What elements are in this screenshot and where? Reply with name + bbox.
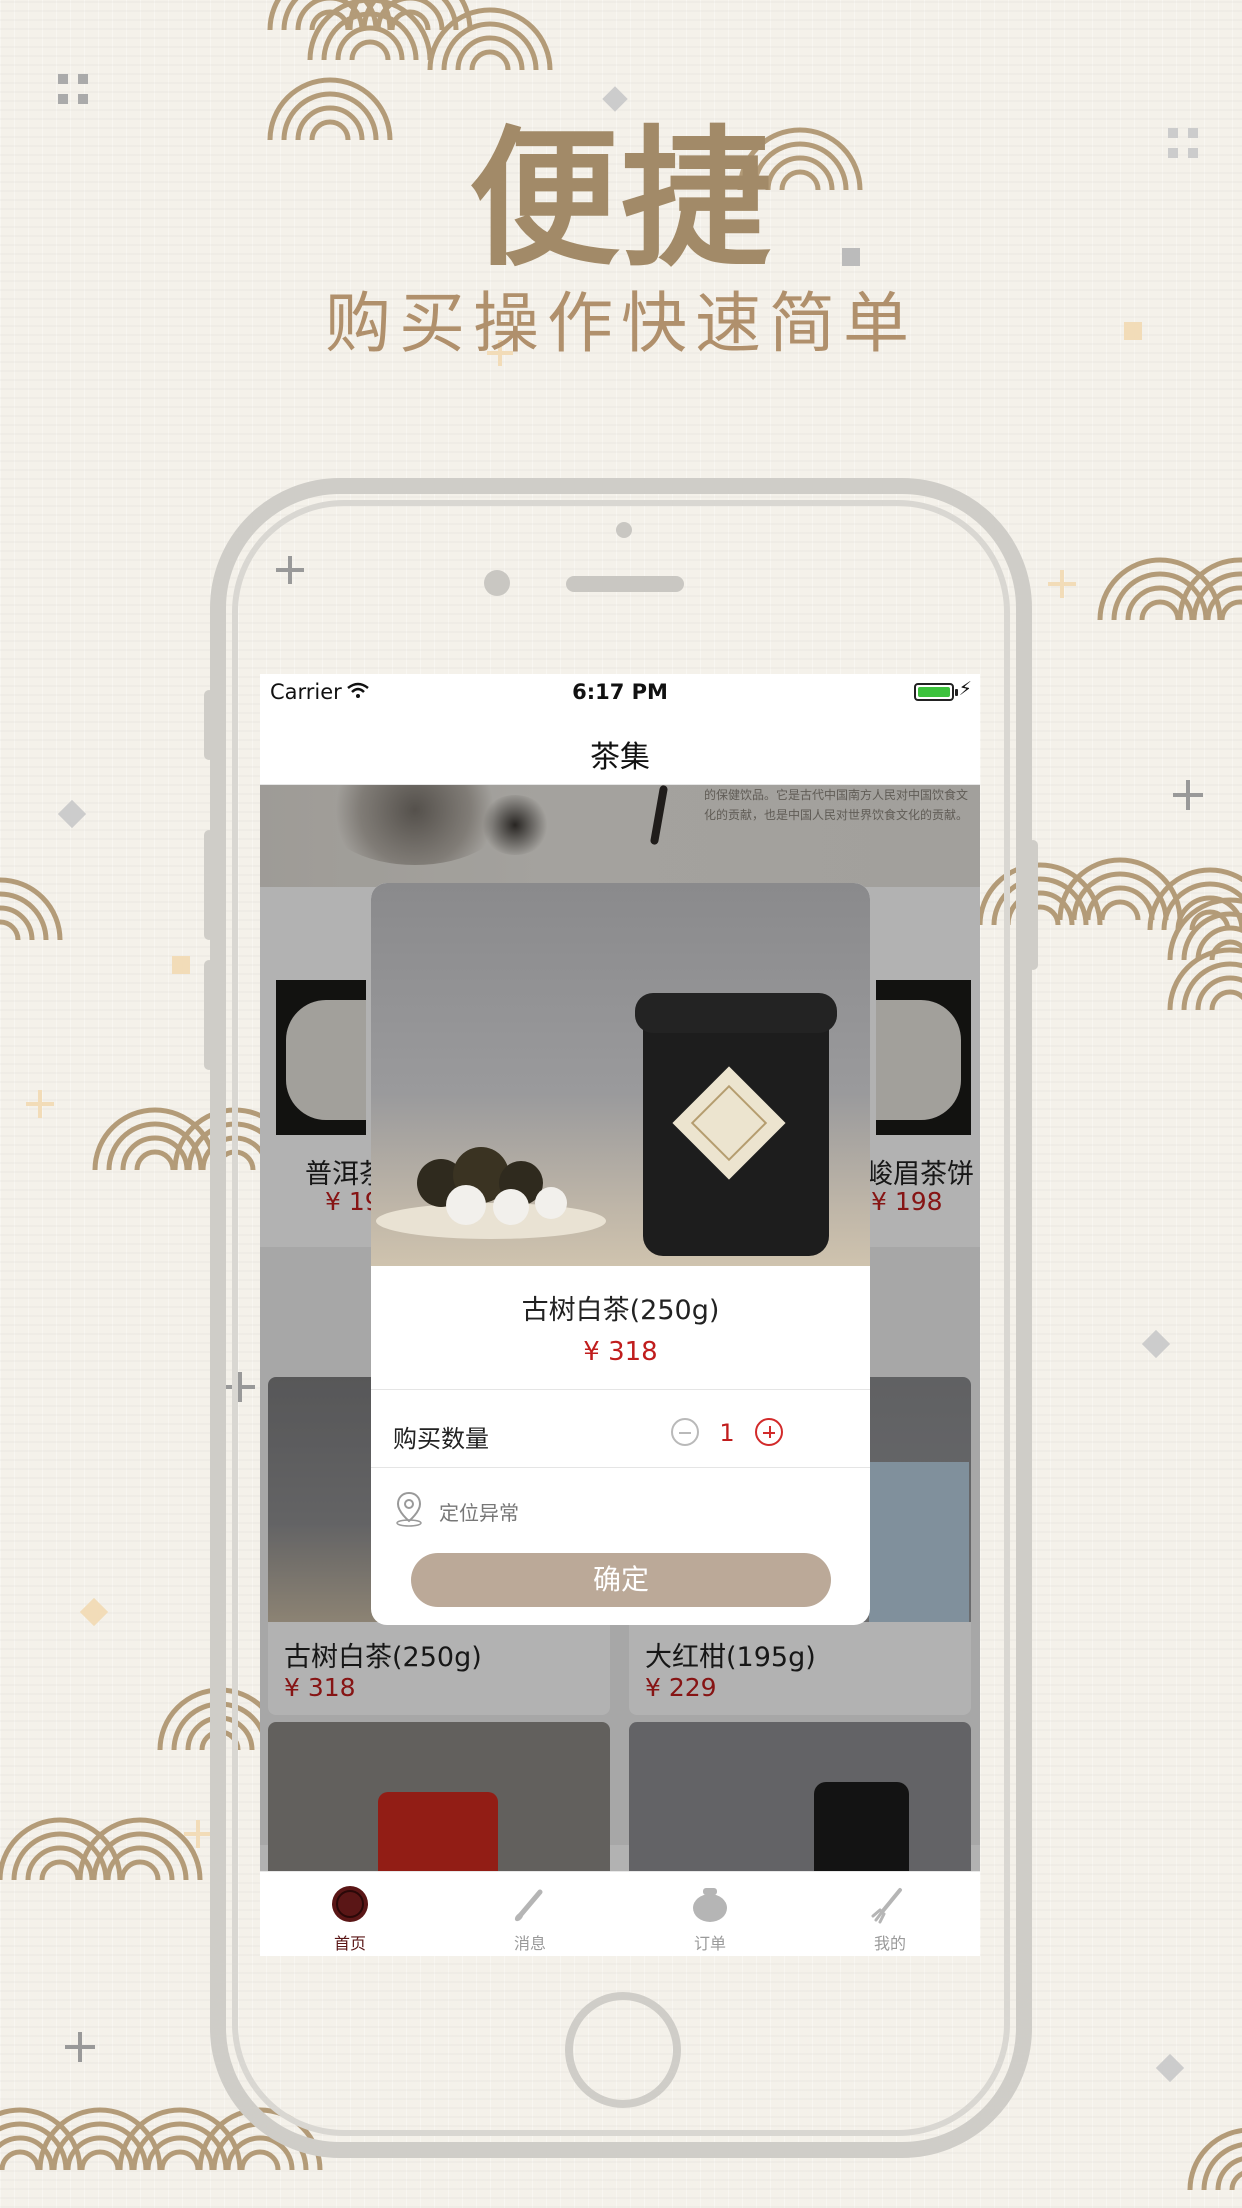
tab-label: 我的 <box>873 1934 906 1953</box>
phone-camera <box>484 570 510 596</box>
app-screen: Carrier 6:17 PM ⚡ 茶集 的保健饮品。它是古代中国南方人民对中国… <box>260 674 980 1956</box>
clock: 6:17 PM <box>572 680 668 704</box>
purchase-dialog: 古树白茶(250g) ¥ 318 购买数量 1 定位异常 确定 <box>371 883 870 1625</box>
battery-icon <box>914 683 958 701</box>
hero-subtitle: 购买操作快速简单 <box>325 285 917 362</box>
tab-messages[interactable]: 消息 <box>440 1872 620 1956</box>
dialog-product-price: ¥ 318 <box>583 1337 658 1367</box>
brush-icon <box>514 1889 543 1922</box>
tab-profile[interactable]: 我的 <box>800 1872 980 1956</box>
nav-bar: 茶集 <box>260 710 980 785</box>
confirm-button[interactable]: 确定 <box>411 1553 831 1607</box>
quantity-label: 购买数量 <box>393 1425 489 1453</box>
location-status: 定位异常 <box>439 1501 519 1525</box>
status-bar: Carrier 6:17 PM ⚡ <box>260 674 980 710</box>
phone-volume-up <box>204 830 214 940</box>
tab-orders[interactable]: 订单 <box>620 1872 800 1956</box>
phone-sensor <box>616 522 632 538</box>
divider <box>371 1389 870 1390</box>
hero-title: 便捷 <box>468 111 773 287</box>
increase-quantity-button[interactable] <box>755 1418 783 1446</box>
page-title: 茶集 <box>590 740 650 775</box>
tab-label: 首页 <box>333 1934 366 1953</box>
product-image <box>371 883 870 1266</box>
location-pin-icon <box>396 1491 422 1527</box>
decrease-quantity-button[interactable] <box>671 1418 699 1446</box>
phone-volume-down <box>204 960 214 1070</box>
charging-icon: ⚡ <box>958 678 972 700</box>
phone-side-button <box>204 690 214 760</box>
quantity-value: 1 <box>719 1419 735 1447</box>
tab-home[interactable]: 首页 <box>260 1872 440 1956</box>
home-icon <box>332 1886 368 1922</box>
phone-home-button <box>565 1992 681 2108</box>
tea-jar-icon <box>693 1888 727 1922</box>
whisk-icon <box>871 1888 902 1924</box>
divider <box>371 1467 870 1468</box>
tab-label: 消息 <box>513 1934 546 1953</box>
dialog-product-name: 古树白茶(250g) <box>521 1295 720 1326</box>
tab-bar: 首页 消息 订单 我的 <box>260 1871 980 1956</box>
phone-power-button <box>1028 840 1038 970</box>
phone-speaker <box>566 576 684 592</box>
tab-label: 订单 <box>693 1934 726 1953</box>
